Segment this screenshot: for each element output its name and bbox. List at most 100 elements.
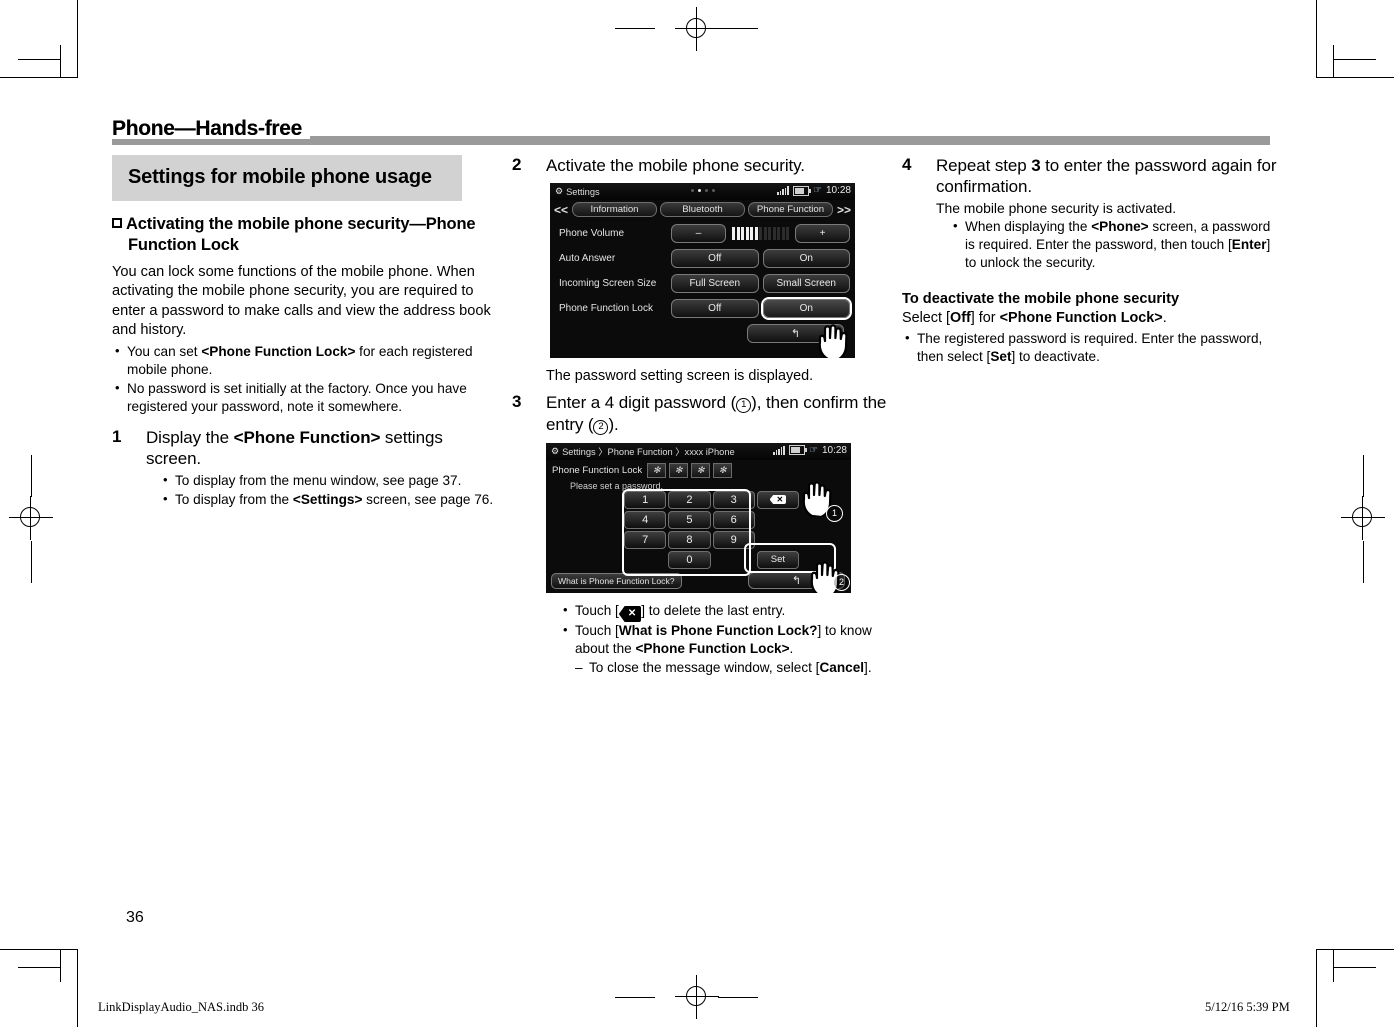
list-item: The registered password is required. Ent…	[902, 329, 1277, 366]
tab-bar: << Information Bluetooth Phone Function …	[550, 200, 855, 219]
bluetooth-icon: ☞	[813, 185, 822, 197]
status-bar: ⚙ Settings ☞ 10:28	[550, 183, 855, 201]
incoming-small-screen-button[interactable]: Small Screen	[762, 274, 850, 294]
back-row: ↰	[555, 321, 850, 344]
list-item: To close the message window, select [Can…	[575, 659, 892, 677]
step-1: 1 Display the <Phone Function> settings …	[112, 427, 497, 510]
status-clock: 10:28	[821, 444, 847, 456]
registration-mark-right	[1341, 496, 1385, 540]
step-4: 4 Repeat step 3 to enter the password ag…	[902, 155, 1277, 272]
step-3-bullets: Touch [✕] to delete the last entry. Touc…	[546, 601, 892, 677]
registration-mark-left	[9, 496, 53, 540]
password-mask-boxes: ✻ ✻ ✻ ✻	[647, 462, 733, 478]
subsection-heading-label: Activating the mobile phone security—Pho…	[126, 215, 476, 255]
step-1-bullets: To display from the menu window, see pag…	[146, 471, 497, 509]
auto-answer-on-button[interactable]: On	[762, 249, 850, 269]
step-4-note: The mobile phone security is activated.	[936, 199, 1177, 216]
status-bar: ⚙ Settings 〉Phone Function 〉xxxx iPhone …	[546, 442, 851, 460]
step-number: 4	[902, 155, 912, 174]
key-3[interactable]: 3	[712, 490, 755, 509]
phone-function-lock-off-button[interactable]: Off	[671, 299, 759, 319]
list-item: Touch [✕] to delete the last entry.	[560, 601, 892, 622]
status-title: Settings	[566, 186, 600, 197]
key-4[interactable]: 4	[624, 510, 667, 529]
password-keypad-figure: ⚙ Settings 〉Phone Function 〉xxxx iPhone …	[546, 442, 851, 593]
row-phone-function-lock: Phone Function Lock Off On	[555, 296, 850, 321]
signal-bars-icon	[777, 186, 789, 196]
key-spacer	[624, 551, 666, 569]
key-2[interactable]: 2	[668, 490, 711, 509]
step-4-bullets: When displaying the <Phone> screen, a pa…	[936, 217, 1277, 272]
tab-bluetooth[interactable]: Bluetooth	[660, 202, 745, 218]
column-right: 4 Repeat step 3 to enter the password ag…	[902, 155, 1277, 368]
volume-minus-button[interactable]: –	[671, 224, 726, 244]
key-5[interactable]: 5	[668, 510, 711, 529]
deactivate-line: Select [Off] for <Phone Function Lock>.	[902, 310, 1167, 327]
column-middle: 2 Activate the mobile phone security. ⚙ …	[512, 155, 892, 678]
key-spacer	[757, 531, 799, 549]
square-bullet-icon	[112, 218, 122, 229]
list-item: No password is set initially at the fact…	[112, 379, 497, 416]
key-spacer	[757, 511, 799, 529]
list-item: To display from the <Settings> screen, s…	[160, 490, 497, 509]
key-7[interactable]: 7	[624, 530, 667, 549]
row-phone-volume: Phone Volume – +	[555, 221, 850, 246]
row-auto-answer: Auto Answer Off On	[555, 246, 850, 271]
section-title-box: Settings for mobile phone usage	[112, 155, 462, 202]
numeric-keypad: 1 2 3 ✕ 4 5 6 7 8 9 0 Set	[624, 490, 799, 569]
prev-arrow-icon[interactable]: <<	[553, 203, 569, 217]
bluetooth-icon: ☞	[809, 444, 818, 456]
section-title: Settings for mobile phone usage	[128, 166, 432, 188]
step-number: 1	[112, 426, 122, 446]
phone-function-lock-on-button[interactable]: On	[762, 299, 850, 319]
key-spacer	[713, 551, 755, 569]
auto-answer-off-button[interactable]: Off	[671, 249, 759, 269]
password-field-row: Phone Function Lock ✻ ✻ ✻ ✻	[546, 460, 851, 481]
status-icons: ☞ 10:28	[773, 445, 847, 456]
page-dots	[690, 189, 715, 193]
subsection-bullets: You can set <Phone Function Lock> for ea…	[112, 342, 497, 416]
battery-icon	[793, 185, 811, 196]
deactivate-heading: To deactivate the mobile phone security	[902, 291, 1180, 308]
row-label: Phone Volume	[559, 228, 625, 240]
status-clock: 10:28	[825, 185, 851, 197]
row-label: Phone Function Lock	[559, 303, 653, 315]
subsection-intro: You can lock some functions of the mobil…	[112, 263, 491, 339]
step-number: 2	[512, 155, 522, 174]
next-arrow-icon[interactable]: >>	[836, 203, 852, 217]
battery-icon	[789, 445, 807, 456]
list-item: When displaying the <Phone> screen, a pa…	[950, 217, 1277, 272]
key-0[interactable]: 0	[668, 550, 711, 569]
registration-mark-top	[675, 7, 719, 51]
settings-rows: Phone Volume – + Auto Answer Off On Inco…	[550, 219, 855, 344]
status-icons: ☞ 10:28	[777, 185, 851, 196]
tab-information[interactable]: Information	[572, 202, 657, 218]
callout-ref-2: 2	[593, 419, 609, 435]
subsection-heading: Activating the mobile phone security—Pho…	[112, 214, 497, 255]
field-label: Phone Function Lock	[552, 464, 643, 476]
backspace-key[interactable]: ✕	[756, 490, 799, 509]
row-label: Auto Answer	[559, 253, 616, 265]
set-button[interactable]: Set	[756, 550, 799, 569]
list-item: You can set <Phone Function Lock> for ea…	[112, 342, 497, 379]
key-9[interactable]: 9	[712, 530, 755, 549]
deactivate-bullets: The registered password is required. Ent…	[902, 329, 1277, 366]
volume-level-indicator	[730, 227, 791, 241]
key-1[interactable]: 1	[624, 490, 667, 509]
step-text: Activate the mobile phone security.	[546, 156, 805, 175]
key-6[interactable]: 6	[712, 510, 755, 529]
what-is-phone-function-lock-button[interactable]: What is Phone Function Lock?	[551, 572, 682, 589]
backspace-icon: ✕	[769, 494, 787, 504]
volume-plus-button[interactable]: +	[795, 224, 850, 244]
registration-mark-bottom	[675, 975, 719, 1019]
step-3: 3 Enter a 4 digit password (1), then con…	[512, 392, 892, 677]
key-8[interactable]: 8	[668, 530, 711, 549]
manual-page: Phone—Hands-free Settings for mobile pho…	[0, 0, 1394, 1027]
tab-phone-function[interactable]: Phone Function	[748, 202, 833, 218]
page-number: 36	[126, 909, 144, 926]
hand-pointer-icon	[817, 322, 851, 359]
signal-bars-icon	[773, 445, 785, 455]
list-item: To display from the menu window, see pag…	[160, 471, 497, 490]
incoming-full-screen-button[interactable]: Full Screen	[671, 274, 759, 294]
row-incoming-screen-size: Incoming Screen Size Full Screen Small S…	[555, 271, 850, 296]
